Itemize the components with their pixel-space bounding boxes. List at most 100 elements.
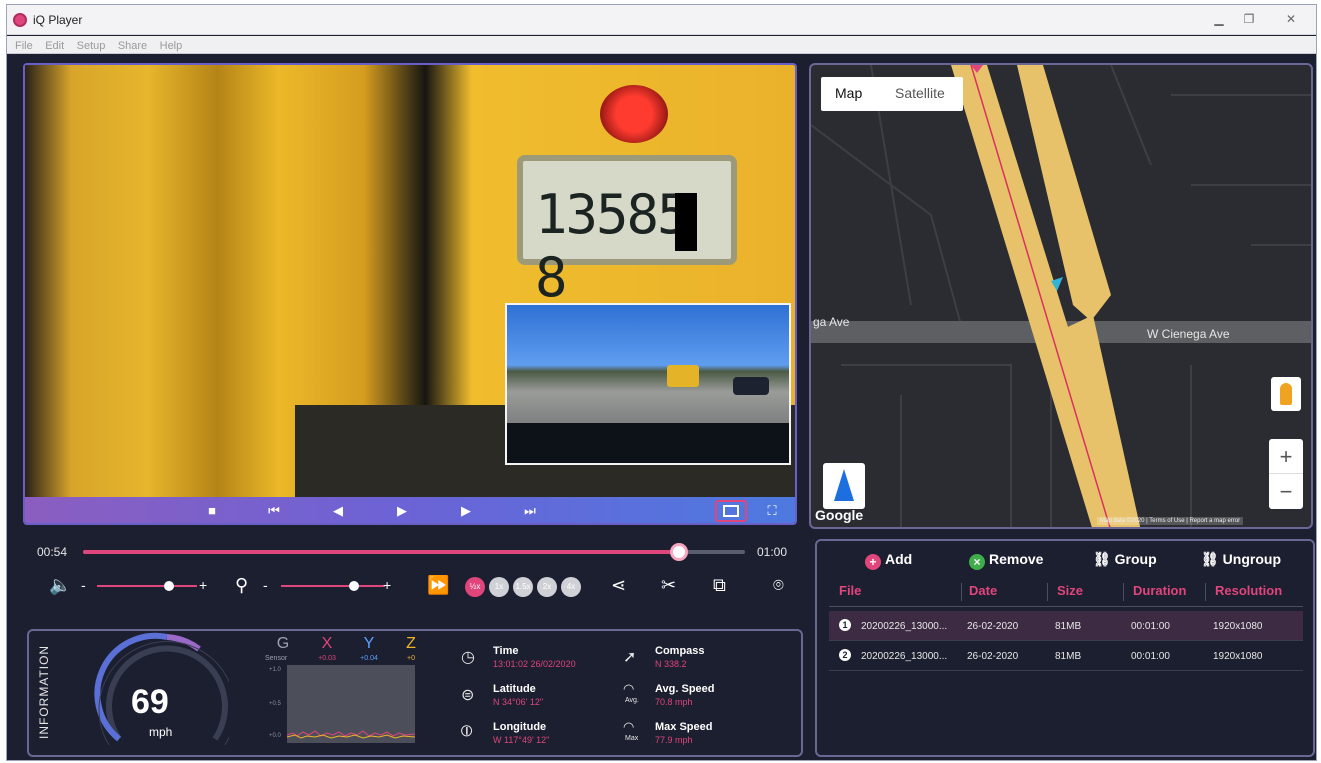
timeline-progress: [83, 550, 679, 554]
file-resolution: 1920x1080: [1213, 621, 1263, 632]
row-number: 2: [839, 649, 851, 661]
volume-thumb[interactable]: [164, 581, 174, 591]
group-button[interactable]: ⛓ Group: [1093, 551, 1157, 568]
gsensor-g-label: G: [276, 635, 290, 652]
layout-swap-icon[interactable]: ⧉: [713, 575, 726, 596]
license-plate-text: 13585 8: [535, 183, 690, 309]
navigation-arrow-button[interactable]: [823, 463, 865, 509]
add-button[interactable]: + Add: [865, 551, 912, 570]
volume-plus[interactable]: +: [199, 577, 207, 593]
remove-button[interactable]: × Remove: [969, 551, 1043, 570]
zoom-out-button[interactable]: −: [1269, 474, 1303, 509]
file-duration: 00:01:00: [1131, 651, 1170, 662]
gsensor-z-value: +0: [407, 655, 415, 662]
fullscreen-icon[interactable]: ⛶: [763, 502, 781, 520]
header-file[interactable]: File: [839, 583, 861, 598]
menu-file[interactable]: File: [15, 38, 33, 55]
header-date[interactable]: Date: [969, 583, 997, 598]
google-logo: Google: [815, 507, 864, 523]
header-divider: [1205, 583, 1206, 601]
current-time: 00:54: [37, 545, 68, 559]
file-row[interactable]: 1 20200226_13000... 26-02-2020 81MB 00:0…: [829, 611, 1303, 641]
menu-share[interactable]: Share: [118, 38, 147, 55]
bus-red-light: [600, 85, 668, 143]
remove-icon: ×: [969, 554, 985, 570]
map-canvas: [811, 65, 1311, 527]
play-icon[interactable]: ▶: [393, 502, 411, 520]
speed-half[interactable]: ½x: [465, 577, 485, 597]
file-row[interactable]: 2 20200226_13000... 26-02-2020 81MB 00:0…: [829, 641, 1303, 671]
street-view-pegman-icon[interactable]: [1271, 377, 1301, 411]
zoom-slider[interactable]: [281, 581, 385, 591]
zoom-in-button[interactable]: +: [1269, 439, 1303, 474]
longitude-icon: ⦶: [461, 723, 473, 740]
skip-start-icon[interactable]: ⏮: [265, 502, 283, 520]
speed-4x[interactable]: 4x: [561, 577, 581, 597]
speed-2x[interactable]: 2x: [537, 577, 557, 597]
header-resolution[interactable]: Resolution: [1215, 583, 1282, 598]
map-attribution[interactable]: Map data ©2020 | Terms of Use | Report a…: [1097, 517, 1244, 525]
fast-forward-icon[interactable]: ⏩: [427, 575, 449, 596]
pip-toggle-button[interactable]: [715, 500, 747, 522]
pip-icon: [723, 505, 739, 517]
information-label: INFORMATION: [37, 644, 51, 739]
group-icon: ⛓: [1093, 551, 1115, 567]
longitude-label: Longitude: [493, 721, 547, 733]
timeline-slider[interactable]: [83, 543, 745, 561]
volume-icon[interactable]: 🔈: [49, 575, 71, 596]
gsensor-y-label: Y: [363, 635, 375, 652]
menu-bar: File Edit Setup Share Help: [7, 36, 1316, 54]
road-label-left: ga Ave: [813, 315, 850, 329]
avg-speed-label: Avg. Speed: [655, 683, 715, 695]
map-panel[interactable]: Map Satellite ga Ave W Cienega Ave + − G…: [809, 63, 1313, 529]
gsensor-trace: [286, 730, 416, 739]
video-control-bar: ■ ⏮ ◀ ▶ ▶ ⏭ ⛶: [25, 497, 795, 523]
close-button[interactable]: ✕: [1277, 8, 1305, 28]
minimize-button[interactable]: ▁: [1205, 8, 1233, 28]
avg-speed-value: 70.8 mph: [655, 697, 693, 707]
ungroup-icon: ⛓: [1201, 551, 1223, 567]
skip-end-icon[interactable]: ⏭: [521, 502, 539, 520]
gsensor-graph: [286, 665, 416, 743]
frame-back-icon[interactable]: ◀: [329, 502, 347, 520]
zoom-thumb[interactable]: [348, 581, 359, 591]
ungroup-button[interactable]: ⛓ Ungroup: [1201, 551, 1281, 568]
share-icon[interactable]: ⋖: [611, 575, 626, 596]
volume-slider[interactable]: [97, 581, 197, 591]
frame-forward-icon[interactable]: ▶: [457, 502, 475, 520]
maximize-button[interactable]: ❐: [1235, 8, 1263, 28]
volume-minus[interactable]: -: [81, 577, 86, 593]
file-resolution: 1920x1080: [1213, 651, 1263, 662]
app-title: iQ Player: [33, 13, 83, 27]
tab-satellite[interactable]: Satellite: [895, 85, 945, 101]
header-duration[interactable]: Duration: [1133, 583, 1186, 598]
menu-help[interactable]: Help: [160, 38, 183, 55]
speed-1x[interactable]: 1x: [489, 577, 509, 597]
rear-camera-video[interactable]: 13585 8: [25, 65, 795, 497]
gsensor-z-label: Z: [406, 635, 416, 652]
group-label: Group: [1114, 551, 1157, 567]
latitude-label: Latitude: [493, 683, 536, 695]
menu-edit[interactable]: Edit: [45, 38, 64, 55]
stop-icon[interactable]: ■: [203, 502, 221, 520]
app-window: iQ Player ▁ ❐ ✕ File Edit Setup Share He…: [6, 4, 1317, 761]
avg-speed-icon-text: Avg.: [625, 697, 639, 704]
zoom-search-icon[interactable]: ⚲: [235, 575, 248, 596]
latitude-icon: ⊜: [461, 687, 475, 704]
cut-clip-icon[interactable]: ✂: [661, 575, 676, 596]
tab-map[interactable]: Map: [835, 85, 862, 101]
timeline-thumb[interactable]: [669, 543, 688, 561]
zoom-plus[interactable]: +: [383, 577, 391, 593]
snapshot-camera-icon[interactable]: ⌾: [773, 575, 784, 596]
file-name: 20200226_13000...: [861, 621, 948, 632]
speed-1-5x[interactable]: 1.5x: [513, 577, 533, 597]
pegman-figure: [1280, 383, 1292, 405]
header-size[interactable]: Size: [1057, 583, 1083, 598]
max-speed-icon-text: Max: [625, 735, 639, 742]
zoom-minus[interactable]: -: [263, 577, 268, 593]
playback-toolbar: 🔈 - + ⚲ - + ⏩ ½x 1x 1.5x 2x 4x ⋖ ✂ ⧉ ⌾: [27, 573, 807, 601]
file-name: 20200226_13000...: [861, 651, 948, 662]
menu-setup[interactable]: Setup: [77, 38, 106, 55]
front-camera-pip[interactable]: [505, 303, 791, 465]
redaction-block: [675, 193, 697, 251]
